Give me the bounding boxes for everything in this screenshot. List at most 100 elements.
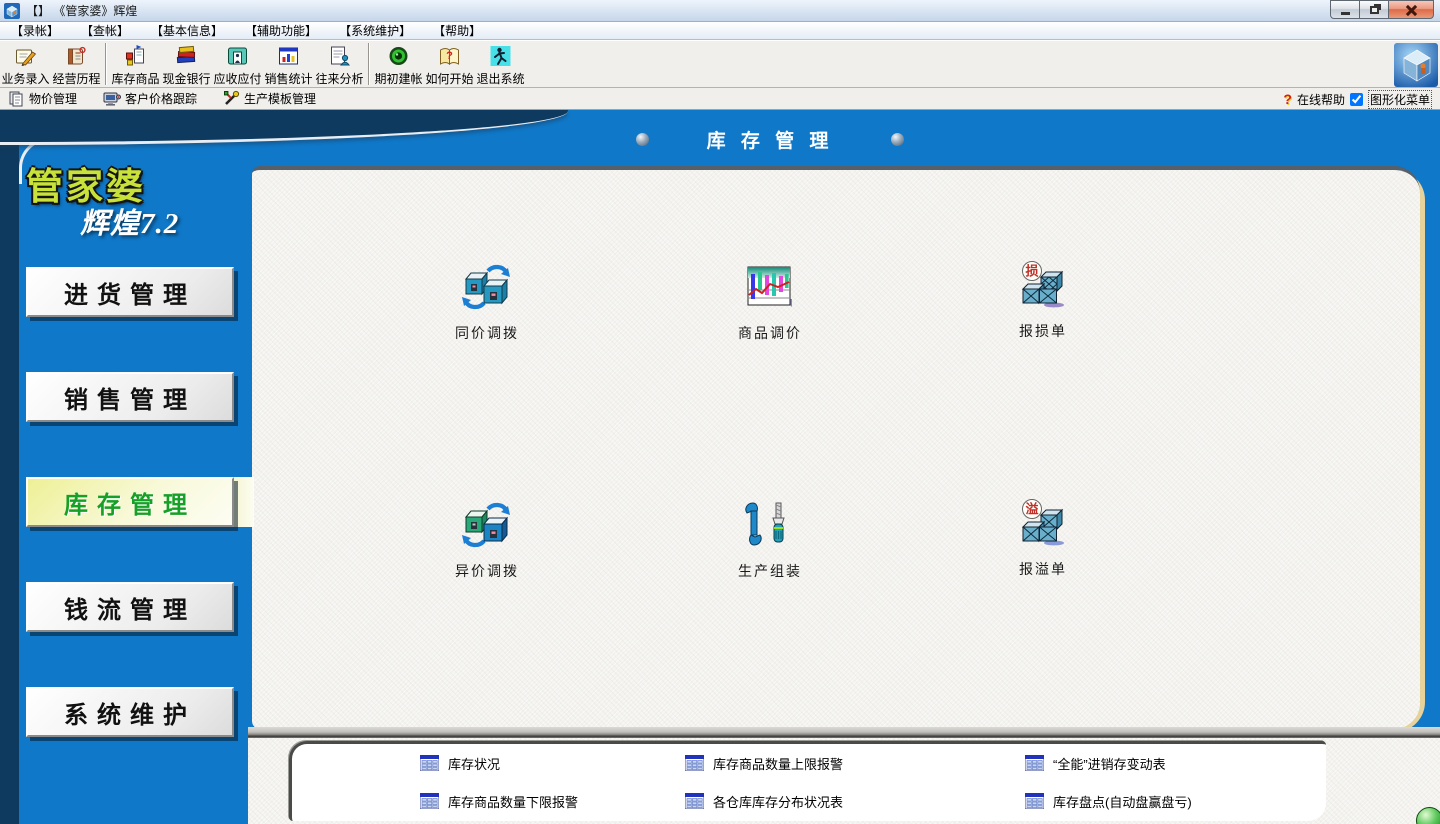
- report-inventory-status[interactable]: 库存状况: [420, 753, 500, 773]
- icon-same-price-transfer[interactable]: 同价调拨: [412, 262, 562, 343]
- inventory-panel: 同价调拨: [252, 166, 1420, 729]
- toolbar-separator: [105, 43, 107, 85]
- minimize-icon: [1341, 12, 1350, 15]
- icon-label: 异价调拨: [412, 561, 562, 581]
- icon-overflow-note[interactable]: 溢 报溢单: [968, 498, 1118, 579]
- report-label: 库存商品数量下限报警: [448, 792, 578, 811]
- online-help-icon: ?: [1283, 91, 1292, 107]
- icon-label: 报损单: [968, 321, 1118, 341]
- contacts-analysis-icon: [327, 44, 352, 68]
- toolbar-label: 如何开始: [425, 70, 473, 87]
- goods-price-adjust-icon: [743, 262, 797, 312]
- diff-price-transfer-icon: [460, 500, 514, 550]
- report-allpower-change-table[interactable]: “全能”进销存变动表: [1025, 753, 1166, 773]
- toolbar-label: 往来分析: [315, 70, 363, 87]
- overflow-badge-char: 溢: [1025, 502, 1038, 517]
- top-swoosh: [0, 110, 568, 145]
- brand-cube-logo: [1394, 43, 1438, 87]
- toolbar-label: 退出系统: [476, 70, 524, 87]
- toolbar-production-template[interactable]: 生产模板管理: [223, 90, 316, 107]
- online-help-link[interactable]: 在线帮助: [1297, 91, 1345, 108]
- production-template-icon: [223, 90, 240, 107]
- toolbar-sales-stats[interactable]: 销售统计: [263, 41, 314, 87]
- icon-production-assembly[interactable]: 生产组装: [695, 500, 845, 581]
- report-upper-limit-alert[interactable]: 库存商品数量上限报警: [685, 753, 843, 773]
- customer-price-tracking-icon: [103, 91, 121, 107]
- toolbar-cash-bank[interactable]: 现金银行: [161, 41, 212, 87]
- svg-text:?: ?: [446, 50, 453, 62]
- toolbar-initial-setup[interactable]: 期初建帐: [373, 41, 424, 87]
- how-to-start-icon: ?: [437, 44, 462, 68]
- minimize-button[interactable]: [1330, 0, 1360, 19]
- close-button[interactable]: [1388, 0, 1434, 19]
- app-window: 【】 《管家婆》辉煌 【录帐】 【查帐】 【基本信息】 【辅助功能】 【系统维护…: [0, 0, 1440, 824]
- menu-record[interactable]: 【录帐】: [0, 22, 70, 39]
- toolbar2-label: 客户价格跟踪: [125, 90, 197, 107]
- menu-system-maintenance[interactable]: 【系统维护】: [328, 22, 422, 39]
- same-price-transfer-icon: [460, 262, 514, 312]
- business-history-icon: [64, 44, 89, 68]
- toolbar-price-management[interactable]: 物价管理: [8, 90, 77, 107]
- report-label: 库存盘点(自动盘赢盘亏): [1053, 792, 1192, 811]
- secondary-toolbar: 物价管理 客户价格跟踪 生产模板管理 ? 在线帮助: [0, 88, 1440, 110]
- report-stocktake[interactable]: 库存盘点(自动盘赢盘亏): [1025, 791, 1192, 811]
- sidebar-item-cashflow[interactable]: 钱流管理: [26, 582, 234, 632]
- graphical-menu-label[interactable]: 图形化菜单: [1368, 90, 1432, 109]
- menu-aux-functions[interactable]: 【辅助功能】: [234, 22, 328, 39]
- graphical-menu-checkbox[interactable]: [1350, 93, 1363, 106]
- sidebar-item-system[interactable]: 系统维护: [26, 687, 234, 737]
- report-lower-limit-alert[interactable]: 库存商品数量下限报警: [420, 791, 578, 811]
- brand-version-text: 辉煌7.2: [80, 200, 179, 242]
- restore-button[interactable]: [1359, 0, 1389, 19]
- sphere-icon: [891, 133, 904, 146]
- icon-goods-price-adjust[interactable]: 商品调价: [695, 262, 845, 343]
- loss-note-icon: 损: [1016, 260, 1070, 310]
- toolbar-label: 库存商品: [111, 70, 159, 87]
- report-label: 各仓库库存分布状况表: [713, 792, 843, 811]
- sidebar-item-purchase[interactable]: 进货管理: [26, 267, 234, 317]
- sphere-icon: [636, 133, 649, 146]
- toolbar-exit-system[interactable]: 退出系统: [475, 41, 526, 87]
- menu-help[interactable]: 【帮助】: [422, 22, 492, 39]
- toolbar-label: 业务录入: [1, 70, 49, 87]
- report-label: “全能”进销存变动表: [1053, 754, 1166, 773]
- page-title: 库 存 管 理: [707, 126, 834, 153]
- title-bar: 【】 《管家婆》辉煌: [0, 0, 1440, 22]
- initial-setup-icon: [386, 44, 411, 68]
- production-assembly-icon: [743, 500, 797, 550]
- icon-label: 报溢单: [968, 559, 1118, 579]
- sales-stats-icon: [276, 44, 301, 68]
- toolbar-business-entry[interactable]: 业务录入: [0, 41, 51, 87]
- loss-badge-char: 损: [1025, 264, 1038, 279]
- table-icon: [1025, 755, 1044, 771]
- close-icon: [1405, 4, 1417, 16]
- toolbar-label: 现金银行: [162, 70, 210, 87]
- icon-label: 生产组装: [695, 561, 845, 581]
- sidebar-item-inventory[interactable]: 库存管理: [26, 477, 234, 527]
- receivable-payable-icon: [225, 44, 250, 68]
- table-icon: [420, 793, 439, 809]
- toolbar-contacts-analysis[interactable]: 往来分析: [314, 41, 365, 87]
- toolbar2-label: 物价管理: [29, 90, 77, 107]
- table-icon: [1025, 793, 1044, 809]
- table-icon: [685, 793, 704, 809]
- icon-loss-note[interactable]: 损 报损单: [968, 260, 1118, 341]
- icon-diff-price-transfer[interactable]: 异价调拨: [412, 500, 562, 581]
- sidebar-item-sales[interactable]: 销售管理: [26, 372, 234, 422]
- menu-basic-info[interactable]: 【基本信息】: [140, 22, 234, 39]
- toolbar-label: 应收应付: [213, 70, 261, 87]
- toolbar-business-history[interactable]: 经营历程: [51, 41, 102, 87]
- toolbar-receivable-payable[interactable]: 应收应付: [212, 41, 263, 87]
- menu-bar: 【录帐】 【查帐】 【基本信息】 【辅助功能】 【系统维护】 【帮助】: [0, 22, 1440, 40]
- toolbar-inventory-goods[interactable]: 库存商品: [110, 41, 161, 87]
- report-label: 库存商品数量上限报警: [713, 754, 843, 773]
- menu-query[interactable]: 【查帐】: [70, 22, 140, 39]
- icon-label: 商品调价: [695, 323, 845, 343]
- report-warehouse-distribution[interactable]: 各仓库库存分布状况表: [685, 791, 843, 811]
- reports-panel: 库存状况 库存商品数量上限报警: [289, 741, 1326, 821]
- corner-green-sphere[interactable]: [1416, 807, 1440, 824]
- toolbar-customer-price-tracking[interactable]: 客户价格跟踪: [103, 90, 197, 107]
- app-cube-icon: [4, 3, 20, 19]
- toolbar-how-to-start[interactable]: ? 如何开始: [424, 41, 475, 87]
- table-icon: [420, 755, 439, 771]
